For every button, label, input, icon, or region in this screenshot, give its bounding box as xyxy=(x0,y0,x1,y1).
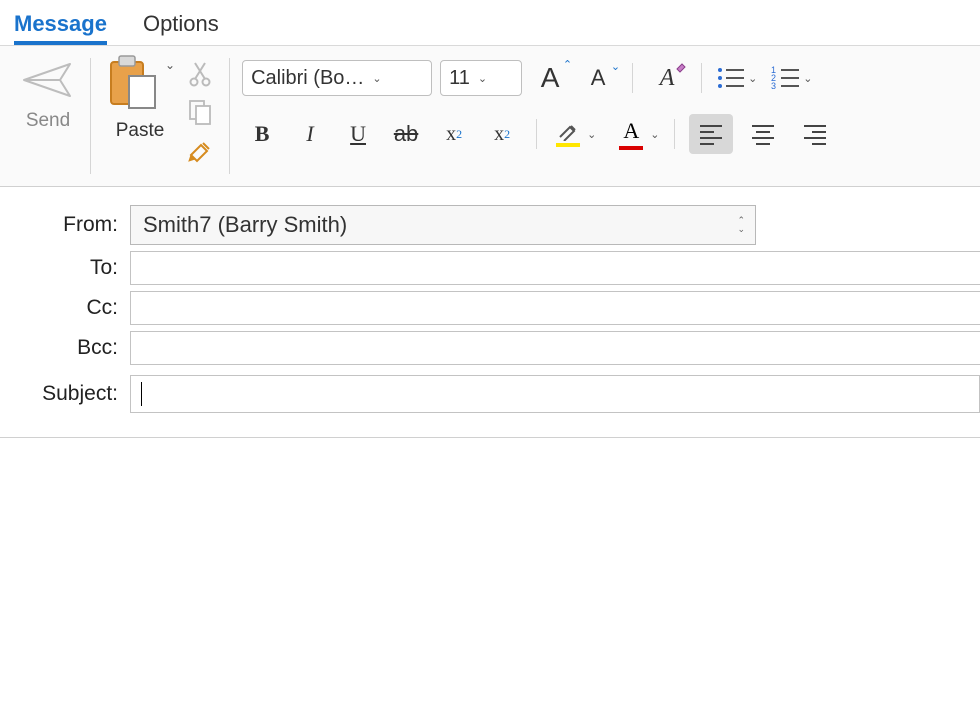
font-color-icon: A xyxy=(623,118,639,144)
align-left-icon xyxy=(698,123,724,145)
header-fields: From: Smith7 (Barry Smith) ⌃⌄ To: Cc: Bc… xyxy=(0,187,980,438)
grow-font-icon: A xyxy=(541,62,560,94)
shrink-font-button[interactable]: A ⌄ xyxy=(578,60,618,96)
format-painter-button[interactable] xyxy=(187,136,215,164)
font-color-button[interactable]: A xyxy=(614,118,648,150)
align-left-button[interactable] xyxy=(689,114,733,154)
underline-button[interactable]: U xyxy=(338,116,378,152)
highlight-color-button[interactable] xyxy=(551,121,585,147)
bullet-list-button[interactable]: ⌄ xyxy=(716,65,757,91)
copy-button[interactable] xyxy=(187,98,215,126)
paste-button[interactable]: ⌄ Paste xyxy=(105,54,175,142)
svg-text:3: 3 xyxy=(771,81,776,91)
ribbon-tabs: Message Options xyxy=(0,0,980,46)
stepper-icon: ⌃⌄ xyxy=(737,216,745,234)
strikethrough-button[interactable]: ab xyxy=(386,116,426,152)
font-name-value: Calibri (Bo… xyxy=(251,67,364,90)
ribbon: Send ⌄ Paste xyxy=(0,46,980,187)
align-center-button[interactable] xyxy=(741,114,785,154)
cc-input[interactable] xyxy=(130,291,980,325)
cc-label: Cc: xyxy=(0,296,130,320)
separator xyxy=(632,63,633,93)
paste-icon xyxy=(105,54,161,112)
font-color-dropdown[interactable]: ⌄ xyxy=(650,128,659,141)
tab-message[interactable]: Message xyxy=(14,5,107,45)
numbered-list-button[interactable]: 1 2 3 ⌄ xyxy=(771,65,812,91)
tab-options[interactable]: Options xyxy=(143,5,219,45)
font-size-combo[interactable]: 11 ⌄ xyxy=(440,60,522,96)
paste-label: Paste xyxy=(116,120,165,142)
subscript-button[interactable]: x2 xyxy=(434,116,474,152)
from-label: From: xyxy=(0,213,130,237)
caret-up-icon: ⌃ xyxy=(563,58,572,71)
font-size-value: 11 xyxy=(449,67,470,90)
subject-label: Subject: xyxy=(0,382,130,406)
subject-input[interactable] xyxy=(130,375,980,413)
send-label: Send xyxy=(26,110,70,132)
clear-formatting-button[interactable]: A xyxy=(647,60,687,96)
cut-button[interactable] xyxy=(187,60,215,88)
group-font: Calibri (Bo… ⌄ 11 ⌄ A ⌃ A ⌄ A xyxy=(230,46,974,186)
separator xyxy=(536,119,537,149)
chevron-down-icon: ⌄ xyxy=(372,72,381,85)
align-right-button[interactable] xyxy=(793,114,837,154)
highlight-dropdown[interactable]: ⌄ xyxy=(587,128,596,141)
send-button[interactable]: Send xyxy=(20,54,76,132)
italic-button[interactable]: I xyxy=(290,116,330,152)
paste-dropdown[interactable]: ⌄ xyxy=(165,58,175,72)
text-cursor xyxy=(141,382,142,406)
chevron-down-icon[interactable]: ⌄ xyxy=(748,72,757,85)
eraser-icon xyxy=(675,62,687,74)
align-center-icon xyxy=(750,123,776,145)
group-send: Send xyxy=(6,46,90,186)
align-right-icon xyxy=(802,123,828,145)
chevron-down-icon[interactable]: ⌄ xyxy=(803,72,812,85)
separator xyxy=(701,63,702,93)
from-value: Smith7 (Barry Smith) xyxy=(143,212,347,238)
to-label: To: xyxy=(0,256,130,280)
separator xyxy=(674,119,675,149)
grow-font-button[interactable]: A ⌃ xyxy=(530,60,570,96)
font-color-swatch xyxy=(619,146,643,150)
highlight-swatch xyxy=(556,143,580,147)
group-clipboard: ⌄ Paste xyxy=(91,46,229,186)
highlighter-icon xyxy=(556,121,580,141)
to-input[interactable] xyxy=(130,251,980,285)
message-body[interactable] xyxy=(0,438,980,698)
bcc-input[interactable] xyxy=(130,331,980,365)
bcc-label: Bcc: xyxy=(0,336,130,360)
bold-button[interactable]: B xyxy=(242,116,282,152)
superscript-button[interactable]: x2 xyxy=(482,116,522,152)
send-icon xyxy=(20,60,76,100)
font-name-combo[interactable]: Calibri (Bo… ⌄ xyxy=(242,60,432,96)
from-select[interactable]: Smith7 (Barry Smith) ⌃⌄ xyxy=(130,205,756,245)
clear-format-icon: A xyxy=(660,65,675,92)
numbered-list-icon: 1 2 3 xyxy=(771,65,801,91)
chevron-down-icon: ⌄ xyxy=(478,72,487,85)
caret-down-icon: ⌄ xyxy=(611,60,620,73)
shrink-font-icon: A xyxy=(591,65,606,91)
bullet-list-icon xyxy=(716,65,746,91)
